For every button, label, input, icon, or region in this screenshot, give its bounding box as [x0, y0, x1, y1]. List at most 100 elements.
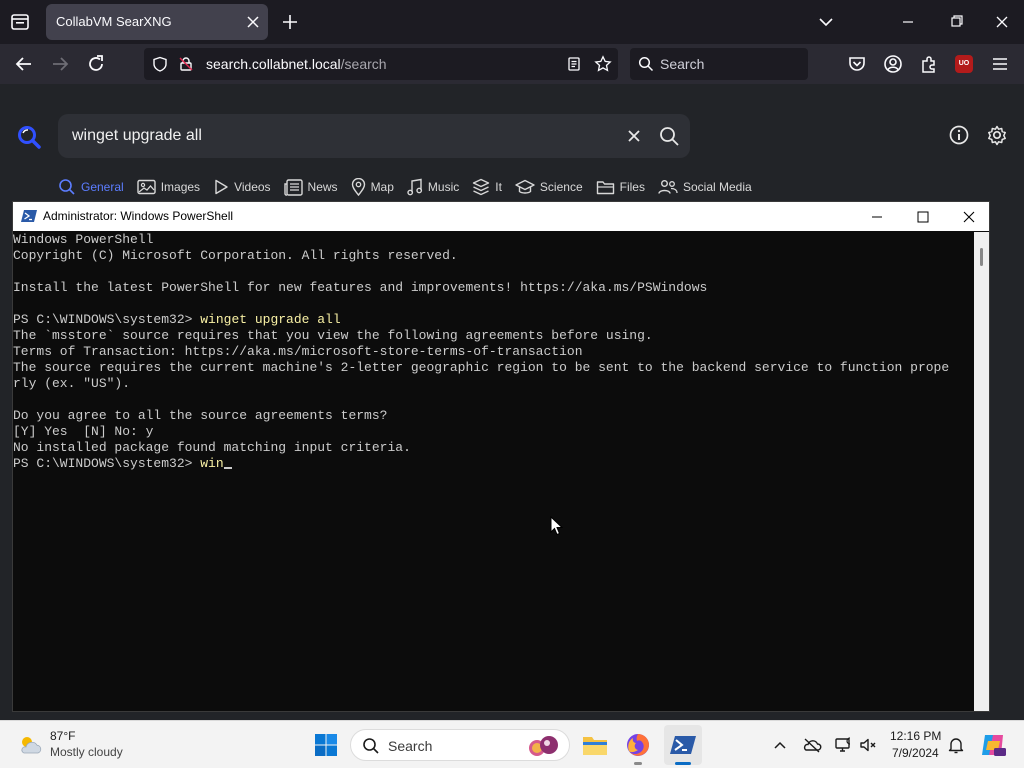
tab-list-icon[interactable]: [8, 10, 32, 34]
tab-label: News: [307, 180, 338, 194]
tab-files[interactable]: Files: [596, 176, 645, 198]
firefox-icon[interactable]: [624, 731, 652, 759]
files-icon: [596, 181, 614, 195]
searx-search-box[interactable]: winget upgrade all: [58, 114, 690, 158]
search-icon: [59, 179, 75, 195]
console-line: The source requires the current machine'…: [13, 360, 950, 375]
taskbar-search[interactable]: Search: [350, 729, 570, 761]
tab-videos[interactable]: Videos: [213, 176, 271, 198]
command-input[interactable]: win: [200, 456, 223, 471]
info-icon[interactable]: [948, 124, 970, 146]
search-icon: [363, 738, 379, 754]
chevron-down-icon[interactable]: [816, 12, 836, 32]
search-submit-icon[interactable]: [658, 125, 680, 147]
account-icon[interactable]: [882, 53, 904, 75]
layers-icon: [473, 178, 490, 196]
console-line: Copyright (C) Microsoft Corporation. All…: [13, 248, 458, 263]
clock-date[interactable]: 7/9/2024: [892, 746, 939, 760]
lock-warning-icon[interactable]: [178, 56, 194, 72]
close-tab-icon[interactable]: [244, 13, 262, 31]
tab-it[interactable]: It: [472, 176, 502, 198]
tab-news[interactable]: News: [283, 176, 338, 198]
forward-arrow-icon[interactable]: [49, 53, 71, 75]
network-icon[interactable]: [834, 735, 854, 755]
console-line: Terms of Transaction: https://aka.ms/mic…: [13, 344, 583, 359]
back-arrow-icon[interactable]: [13, 53, 35, 75]
tab-label: Science: [539, 180, 583, 194]
url-bar[interactable]: search.collabnet.local/search: [144, 48, 618, 80]
powershell-window[interactable]: Administrator: Windows PowerShell Window…: [12, 201, 990, 712]
windows-start-icon[interactable]: [314, 733, 338, 757]
tab-social-media[interactable]: Social Media: [658, 176, 752, 198]
restore-icon[interactable]: [944, 12, 968, 32]
clear-icon[interactable]: [624, 126, 644, 146]
tab-map[interactable]: Map: [351, 176, 394, 198]
onedrive-icon[interactable]: [802, 735, 822, 755]
tab-label: It: [495, 180, 502, 194]
browser-tab[interactable]: CollabVM SearXNG: [46, 4, 268, 40]
tab-music[interactable]: Music: [407, 176, 459, 198]
shield-icon[interactable]: [152, 56, 168, 72]
url-path: /search: [340, 56, 387, 72]
url-text: search.collabnet.local/search: [206, 56, 387, 72]
search-input[interactable]: winget upgrade all: [72, 127, 202, 145]
maximize-icon[interactable]: [911, 207, 935, 227]
gear-icon[interactable]: [986, 124, 1008, 146]
url-host: search.collabnet.local: [206, 56, 341, 72]
pocket-icon[interactable]: [846, 53, 868, 75]
console-output[interactable]: Windows PowerShell Copyright (C) Microso…: [13, 232, 973, 711]
ublock-origin-icon[interactable]: UO: [955, 55, 973, 73]
tab-general[interactable]: General: [58, 176, 124, 198]
tab-images[interactable]: Images: [137, 176, 200, 198]
prompt-text: PS C:\WINDOWS\system32>: [13, 456, 201, 471]
taskbar-search-label: Search: [388, 738, 433, 754]
notification-bell-icon[interactable]: [946, 735, 966, 755]
browser-search-placeholder: Search: [660, 56, 705, 72]
console-line: The `msstore` source requires that you v…: [13, 328, 653, 343]
app-active-indicator: [675, 762, 691, 765]
browser-search-box[interactable]: Search: [630, 48, 808, 80]
console-line: Install the latest PowerShell for new fe…: [13, 280, 708, 295]
close-icon[interactable]: [957, 207, 981, 227]
minimize-icon[interactable]: [865, 207, 889, 227]
new-tab-icon[interactable]: [280, 12, 300, 32]
scrollbar-thumb[interactable]: [980, 248, 983, 266]
weather-temp[interactable]: 87°F: [50, 729, 75, 743]
tab-label: Images: [160, 180, 201, 194]
powershell-title: Administrator: Windows PowerShell: [43, 209, 234, 223]
search-highlight-icon: [529, 736, 558, 756]
ublock-badge: UO: [958, 60, 970, 67]
close-window-icon[interactable]: [990, 12, 1014, 32]
scrollbar[interactable]: [974, 232, 989, 711]
extensions-puzzle-icon[interactable]: [918, 53, 940, 75]
play-icon: [215, 179, 228, 195]
minimize-icon[interactable]: [896, 12, 920, 32]
bookmark-star-icon[interactable]: [594, 55, 612, 73]
console-line: [Y] Yes [N] No: y: [13, 424, 154, 439]
music-note-icon: [407, 178, 423, 196]
map-pin-icon: [351, 178, 365, 196]
tab-science[interactable]: Science: [515, 176, 583, 198]
searxng-logo-icon[interactable]: [16, 124, 42, 150]
chevron-up-icon[interactable]: [770, 735, 790, 755]
mouse-pointer-icon: [550, 516, 564, 536]
reader-view-icon[interactable]: [566, 56, 582, 72]
volume-muted-icon[interactable]: [858, 735, 878, 755]
image-icon: [137, 179, 156, 195]
file-explorer-icon[interactable]: [581, 731, 609, 759]
clock-time[interactable]: 12:16 PM: [890, 729, 941, 743]
powershell-icon[interactable]: [669, 731, 697, 759]
tab-label: Social Media: [682, 180, 752, 194]
reload-icon[interactable]: [85, 53, 107, 75]
partly-cloudy-icon[interactable]: [16, 733, 44, 757]
tab-label: Map: [370, 180, 394, 194]
console-input-line[interactable]: PS C:\WINDOWS\system32> win: [13, 456, 973, 472]
powershell-title-bar[interactable]: Administrator: Windows PowerShell: [13, 202, 989, 231]
weather-desc[interactable]: Mostly cloudy: [50, 745, 123, 759]
tab-label: Music: [427, 180, 460, 194]
hamburger-menu-icon[interactable]: [989, 53, 1011, 75]
copilot-icon[interactable]: [979, 731, 1007, 759]
